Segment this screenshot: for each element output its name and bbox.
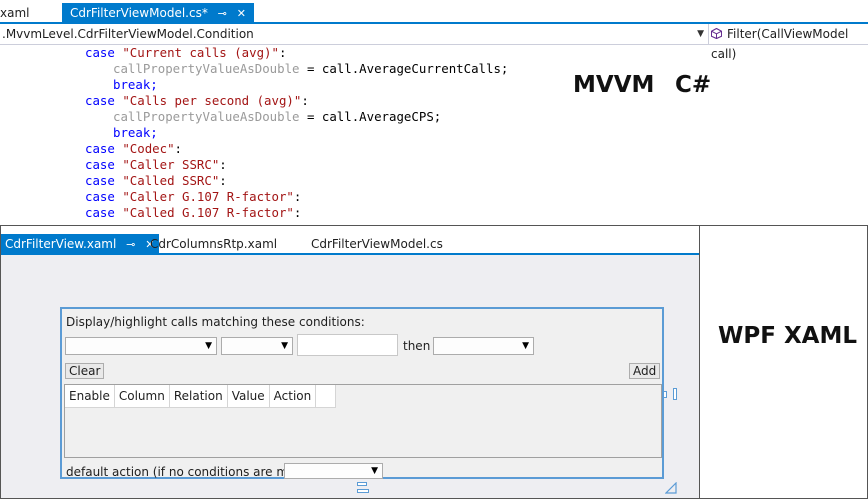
column-header-enable[interactable]: Enable <box>65 385 115 408</box>
editor-tab-strip: xaml CdrFilterViewModel.cs* ⊸ ✕ <box>0 0 868 24</box>
tab-cdr-columns-rtp-xaml[interactable]: CdrColumnsRtp.xaml <box>150 234 277 254</box>
tab-cdr-filter-viewmodel[interactable]: CdrFilterViewModel.cs* ⊸ ✕ <box>62 3 254 24</box>
code-line: case "Called SSRC": <box>85 173 227 188</box>
xaml-designer: CdrFilterView.xaml ⊸ ✕ CdrColumnsRtp.xam… <box>0 225 700 499</box>
tab-label: CdrFilterViewModel.cs <box>311 237 443 251</box>
code-line: case "Current calls (avg)": <box>85 45 287 60</box>
wpf-xaml-caption: WPF XAML <box>718 323 858 349</box>
then-label: then <box>403 339 431 353</box>
pin-icon[interactable]: ⊸ <box>218 4 227 24</box>
pin-icon[interactable]: ⊸ <box>126 235 135 255</box>
close-icon[interactable]: ✕ <box>237 4 246 24</box>
tab-label: xaml <box>0 6 30 20</box>
tab-xaml[interactable]: xaml <box>0 3 29 23</box>
chevron-down-icon: ▼ <box>205 341 212 351</box>
code-line: break; <box>113 77 158 92</box>
resize-corner-icon[interactable] <box>665 482 677 494</box>
type-dropdown-value: .MvvmLevel.CdrFilterViewModel.Condition <box>2 27 254 41</box>
tab-label: CdrFilterViewModel.cs* <box>70 6 208 20</box>
filter-conditions-panel[interactable]: Display/highlight calls matching these c… <box>60 307 664 479</box>
value-textbox[interactable] <box>297 334 398 356</box>
chevron-down-icon: ▼ <box>281 341 288 351</box>
resize-handle[interactable] <box>673 388 677 400</box>
chevron-down-icon[interactable]: ▼ <box>697 24 704 44</box>
default-action-combobox[interactable]: ▼ <box>284 463 383 479</box>
column-header-relation[interactable]: Relation <box>170 385 228 408</box>
tab-label: CdrColumnsRtp.xaml <box>150 237 278 251</box>
column-header-value[interactable]: Value <box>228 385 270 408</box>
default-action-label: default action (if no conditions are met… <box>66 465 309 479</box>
navigation-bar: .MvvmLevel.CdrFilterViewModel.Condition … <box>0 24 868 61</box>
tab-cdr-filter-view-xaml[interactable]: CdrFilterView.xaml ⊸ ✕ <box>1 234 160 255</box>
column-header-column[interactable]: Column <box>115 385 170 408</box>
code-line: break; <box>113 125 158 140</box>
code-line: callPropertyValueAsDouble = call.Average… <box>113 109 442 124</box>
column-combobox[interactable]: ▼ <box>65 337 217 355</box>
column-header-filler <box>316 385 337 408</box>
code-line: case "Calls per second (avg)": <box>85 93 309 108</box>
designer-tab-strip: CdrFilterView.xaml ⊸ ✕ CdrColumnsRtp.xam… <box>1 226 699 255</box>
csharp-caption: C# <box>675 72 712 98</box>
code-line: case "Codec": <box>85 141 182 156</box>
chevron-down-icon: ▼ <box>522 341 529 351</box>
code-line: case "Called G.107 R-factor": <box>85 205 302 220</box>
caption-frame <box>700 225 868 499</box>
mvvm-caption: MVVM <box>573 72 655 98</box>
code-editor[interactable]: case "Current calls (avg)": callProperty… <box>0 45 868 225</box>
chevron-down-icon: ▼ <box>371 466 378 476</box>
code-line: case "Caller SSRC": <box>85 157 227 172</box>
column-header-action[interactable]: Action <box>270 385 317 408</box>
relation-combobox[interactable]: ▼ <box>221 337 293 355</box>
tab-cdr-filter-viewmodel-cs[interactable]: CdrFilterViewModel.cs <box>311 234 443 254</box>
add-button[interactable]: Add <box>629 363 661 379</box>
clear-button[interactable]: Clear <box>65 363 105 379</box>
method-icon <box>711 28 722 39</box>
code-line: callPropertyValueAsDouble = call.Average… <box>113 61 509 76</box>
panel-title: Display/highlight calls matching these c… <box>66 315 365 329</box>
resize-handle[interactable] <box>357 482 367 486</box>
type-dropdown[interactable]: .MvvmLevel.CdrFilterViewModel.Condition … <box>0 24 709 44</box>
tab-label: CdrFilterView.xaml <box>5 237 117 251</box>
conditions-grid[interactable]: Enable Column Relation Value Action <box>64 384 662 458</box>
resize-handle[interactable] <box>357 489 369 493</box>
action-combobox[interactable]: ▼ <box>433 337 534 355</box>
grid-header: Enable Column Relation Value Action <box>65 385 337 408</box>
member-dropdown[interactable]: Filter(CallViewModel call) <box>711 24 868 61</box>
resize-handle[interactable] <box>663 391 667 398</box>
code-line: case "Caller G.107 R-factor": <box>85 189 302 204</box>
